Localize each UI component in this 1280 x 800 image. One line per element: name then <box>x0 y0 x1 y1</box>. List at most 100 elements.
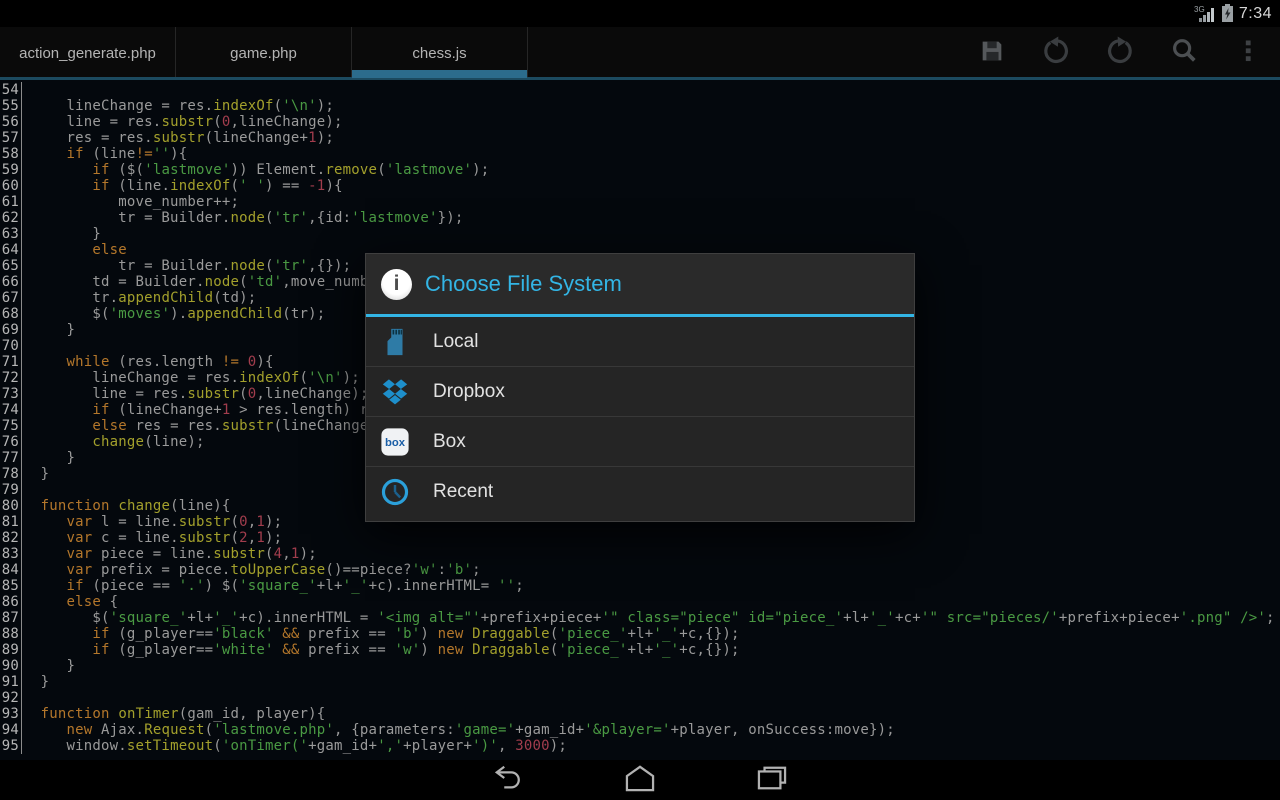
code-text: tr = Builder.node('tr',{}); <box>32 258 351 274</box>
signal-3g-icon: 3G <box>1192 4 1216 23</box>
code-text: var c = line.substr(2,1); <box>32 530 282 546</box>
code-text: window.setTimeout('onTimer('+gam_id+','+… <box>32 738 567 754</box>
line-number: 85 <box>0 578 22 594</box>
line-number: 78 <box>0 466 22 482</box>
file-system-item-recent[interactable]: Recent <box>366 466 914 516</box>
code-text: if (line!=''){ <box>32 146 187 162</box>
line-number: 64 <box>0 242 22 258</box>
line-number: 76 <box>0 434 22 450</box>
code-text: var piece = line.substr(4,1); <box>32 546 317 562</box>
line-number: 70 <box>0 338 22 354</box>
line-number: 82 <box>0 530 22 546</box>
choose-file-system-dialog: i Choose File System Local Dropbox boxBoxR… <box>365 253 915 522</box>
home-icon <box>624 764 656 797</box>
line-number: 75 <box>0 418 22 434</box>
code-line: 58 if (line!=''){ <box>0 146 1280 162</box>
overflow-menu-button[interactable] <box>1216 27 1280 80</box>
tab-action_generate.php[interactable]: action_generate.php <box>0 27 176 80</box>
code-text: $('square_'+l+'_'+c).innerHTML = '<img a… <box>32 610 1275 626</box>
navigation-bar <box>0 760 1280 800</box>
line-number: 93 <box>0 706 22 722</box>
redo-button[interactable] <box>1088 27 1152 80</box>
home-button[interactable] <box>622 764 658 796</box>
line-number: 81 <box>0 514 22 530</box>
code-line: 83 var piece = line.substr(4,1); <box>0 546 1280 562</box>
line-number: 56 <box>0 114 22 130</box>
code-text: if (piece == '.') $('square_'+l+'_'+c).i… <box>32 578 524 594</box>
code-text: var prefix = piece.toUpperCase()==piece?… <box>32 562 481 578</box>
file-system-item-local[interactable]: Local <box>366 317 914 366</box>
overflow-menu-icon <box>1234 36 1262 71</box>
file-system-item-box[interactable]: boxBox <box>366 416 914 466</box>
code-line: 90 } <box>0 658 1280 674</box>
line-number: 88 <box>0 626 22 642</box>
status-bar: 3G 7:34 <box>0 0 1280 27</box>
code-text: else <box>32 242 127 258</box>
line-number: 91 <box>0 674 22 690</box>
code-text: line = res.substr(0,lineChange); <box>32 114 343 130</box>
code-text: $('moves').appendChild(tr); <box>32 306 325 322</box>
line-number: 63 <box>0 226 22 242</box>
line-number: 84 <box>0 562 22 578</box>
line-number: 67 <box>0 290 22 306</box>
recents-icon <box>756 764 788 797</box>
code-line: 57 res = res.substr(lineChange+1); <box>0 130 1280 146</box>
line-number: 72 <box>0 370 22 386</box>
code-text: } <box>32 674 49 690</box>
dialog-title-bar: i Choose File System <box>366 254 914 314</box>
undo-button[interactable] <box>1024 27 1088 80</box>
code-line: 89 if (g_player=='white' && prefix == 'w… <box>0 642 1280 658</box>
tab-bar: action_generate.php game.php chess.js <box>0 27 1280 80</box>
action-bar <box>960 27 1280 80</box>
file-system-item-dropbox[interactable]: Dropbox <box>366 366 914 416</box>
line-number: 58 <box>0 146 22 162</box>
code-text: if (g_player=='white' && prefix == 'w') … <box>32 642 740 658</box>
line-number: 66 <box>0 274 22 290</box>
battery-charging-icon <box>1221 4 1234 23</box>
line-number: 92 <box>0 690 22 706</box>
dialog-title: Choose File System <box>425 271 622 297</box>
code-line: 88 if (g_player=='black' && prefix == 'b… <box>0 626 1280 642</box>
info-icon: i <box>381 269 412 300</box>
code-text: res = res.substr(lineChange+1); <box>32 130 334 146</box>
search-button[interactable] <box>1152 27 1216 80</box>
line-number: 79 <box>0 482 22 498</box>
line-number: 94 <box>0 722 22 738</box>
line-number: 60 <box>0 178 22 194</box>
code-text: if ($('lastmove')) Element.remove('lastm… <box>32 162 489 178</box>
code-text: } <box>32 466 49 482</box>
line-number: 83 <box>0 546 22 562</box>
clock-time: 7:34 <box>1239 5 1272 23</box>
code-line: 91 } <box>0 674 1280 690</box>
screen: 3G 7:34 action_generate.php game.php chess… <box>0 0 1280 800</box>
tab-label: game.php <box>230 45 297 62</box>
code-text: new Ajax.Request('lastmove.php', {parame… <box>32 722 895 738</box>
code-text: while (res.length != 0){ <box>32 354 274 370</box>
tab-chess.js[interactable]: chess.js <box>352 27 528 80</box>
save-button[interactable] <box>960 27 1024 80</box>
tab-label: action_generate.php <box>19 45 156 62</box>
line-number: 69 <box>0 322 22 338</box>
svg-text:3G: 3G <box>1194 5 1205 14</box>
code-text: if (line.indexOf(' ') == -1){ <box>32 178 343 194</box>
tab-game.php[interactable]: game.php <box>176 27 352 80</box>
file-system-item-label: Dropbox <box>433 381 505 403</box>
back-button[interactable] <box>490 764 526 796</box>
code-text: } <box>32 226 101 242</box>
code-text: } <box>32 322 75 338</box>
code-line: 84 var prefix = piece.toUpperCase()==pie… <box>0 562 1280 578</box>
recents-button[interactable] <box>754 764 790 796</box>
line-number: 62 <box>0 210 22 226</box>
code-text: lineChange = res.indexOf('\n'); <box>32 370 360 386</box>
code-text: tr = Builder.node('tr',{id:'lastmove'}); <box>32 210 463 226</box>
line-number: 71 <box>0 354 22 370</box>
line-number: 80 <box>0 498 22 514</box>
code-line: 87 $('square_'+l+'_'+c).innerHTML = '<im… <box>0 610 1280 626</box>
dropbox-icon <box>380 377 410 407</box>
file-system-list: Local Dropbox boxBoxRecent <box>366 317 914 516</box>
code-text: function change(line){ <box>32 498 231 514</box>
search-icon <box>1169 36 1199 71</box>
code-line: 92 <box>0 690 1280 706</box>
code-line: 63 } <box>0 226 1280 242</box>
line-number: 95 <box>0 738 22 754</box>
